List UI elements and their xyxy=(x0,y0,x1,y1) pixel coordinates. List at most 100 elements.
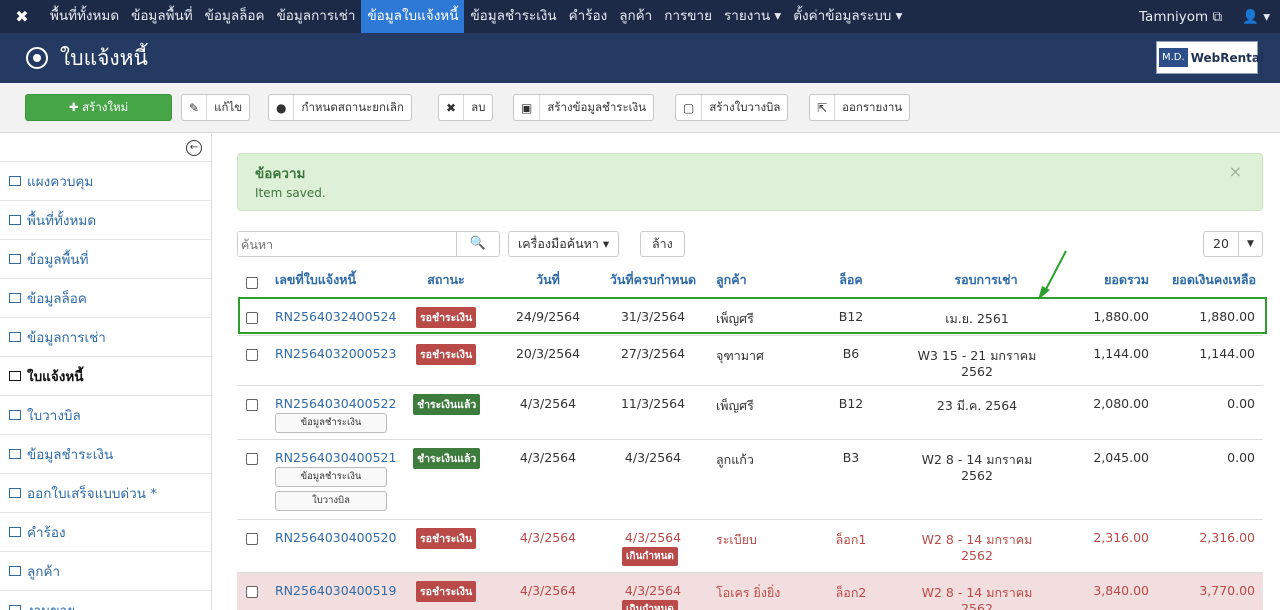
nav-item-5[interactable]: ข้อมูลชำระเงิน xyxy=(464,0,562,33)
sidebar-item-9[interactable]: คำร้อง xyxy=(0,512,212,551)
column-header-3[interactable]: วันที่ครบกำหนด xyxy=(610,270,696,290)
sidebar-item-label: ใบแจ้งหนี้ xyxy=(27,369,84,385)
folder-icon xyxy=(9,215,21,225)
delete-label: ลบ xyxy=(471,99,486,114)
invoice-number-link[interactable]: RN2564030400520 xyxy=(275,530,396,545)
sidebar-item-label: งานขาย xyxy=(27,599,75,610)
cancel-status-button[interactable]: ● กำหนดสถานะยกเลิก xyxy=(268,94,412,121)
highlighted-row-outline xyxy=(238,297,1267,334)
sidebar-item-6[interactable]: ใบวางบิล xyxy=(0,395,212,434)
invoice-number-link[interactable]: RN2564030400519 xyxy=(275,583,396,598)
due-date: 11/3/2564 xyxy=(620,396,686,411)
report-button[interactable]: ⇱ ออกรายงาน xyxy=(809,94,911,121)
column-header-0[interactable]: เลขที่ใบแจ้งหนี้ xyxy=(275,270,356,290)
column-header-1[interactable]: สถานะ xyxy=(427,270,464,290)
table-row: RN2564032000523 รอชำระเงิน 20/3/2564 27/3/2… xyxy=(237,335,1263,385)
nav-item-6[interactable]: คำร้อง xyxy=(563,0,614,33)
sidebar-item-8[interactable]: ออกใบเสร็จแบบด่วน * xyxy=(0,473,212,512)
cancel-status-label: กำหนดสถานะยกเลิก xyxy=(301,99,404,114)
nav-item-4[interactable]: ข้อมูลใบแจ้งหนี้ xyxy=(361,0,465,33)
create-billing-button[interactable]: ▢ สร้างใบวางบิล xyxy=(675,94,789,121)
column-header-8[interactable]: ยอดเงินคงเหลือ xyxy=(1172,270,1256,290)
close-icon[interactable]: × xyxy=(1229,162,1242,181)
nav-item-9[interactable]: รายงาน ▾ xyxy=(718,0,787,33)
row-checkbox[interactable] xyxy=(246,349,258,361)
row-checkbox[interactable] xyxy=(246,586,258,598)
column-header-4[interactable]: ลูกค้า xyxy=(716,270,747,290)
nav-item-3[interactable]: ข้อมูลการเช่า xyxy=(271,0,362,33)
column-header-7[interactable]: ยอดรวม xyxy=(1104,270,1149,290)
sidebar-item-7[interactable]: ข้อมูลชำระเงิน xyxy=(0,434,212,473)
nav-item-2[interactable]: ข้อมูลล็อค xyxy=(199,0,271,33)
column-header-6[interactable]: รอบการเช่า xyxy=(954,270,1017,290)
search-box: 🔍 xyxy=(237,231,500,257)
due-date: 4/3/2564 xyxy=(624,583,682,598)
select-all-checkbox[interactable] xyxy=(246,277,258,289)
per-page-select[interactable]: 20 ▼ xyxy=(1203,231,1263,257)
collapse-sidebar-icon[interactable]: ← xyxy=(186,140,202,156)
invoice-number-link[interactable]: RN2564030400521 xyxy=(275,450,396,465)
user-link[interactable]: Tamniyom ⧉ xyxy=(1129,9,1232,25)
table-row: RN2564030400522 ชำระเงินแล้ว 4/3/2564 11/3/… xyxy=(237,385,1263,439)
column-header-5[interactable]: ล็อค xyxy=(839,270,863,290)
invoice-number-link[interactable]: RN2564030400522 xyxy=(275,396,396,411)
dot-icon: ● xyxy=(269,95,295,120)
create-payment-button[interactable]: ▣ สร้างข้อมูลชำระเงิน xyxy=(513,94,655,121)
edit-button[interactable]: ✎ แก้ไข xyxy=(181,94,251,121)
balance-amount: 2,316.00 xyxy=(1199,530,1255,545)
sidebar-item-5[interactable]: ใบแจ้งหนี้ xyxy=(0,356,212,395)
total-amount: 2,045.00 xyxy=(1093,450,1149,465)
nav-item-7[interactable]: ลูกค้า xyxy=(613,0,658,33)
folder-icon xyxy=(9,488,21,498)
overdue-badge: เกินกำหนด xyxy=(622,547,678,566)
annotation-arrow-icon xyxy=(1038,250,1067,300)
title-bar: ใบแจ้งหนี้ M.D. WebRental xyxy=(0,33,1280,83)
row-checkbox[interactable] xyxy=(246,453,258,465)
sidebar-item-label: แผงควบคุม xyxy=(27,174,94,190)
row-checkbox[interactable] xyxy=(246,533,258,545)
edit-icon: ✎ xyxy=(182,95,208,120)
target-icon xyxy=(26,47,48,69)
sidebar-item-label: ข้อมูลพื้นที่ xyxy=(27,252,89,268)
row-sub-button[interactable]: ข้อมูลชำระเงิน xyxy=(275,467,387,487)
user-menu-button[interactable]: 👤 ▾ xyxy=(1232,9,1280,25)
clear-button[interactable]: ล้าง xyxy=(640,231,685,257)
sidebar-item-2[interactable]: ข้อมูลพื้นที่ xyxy=(0,239,212,278)
nav-item-10[interactable]: ตั้งค่าข้อมูลระบบ ▾ xyxy=(787,0,908,33)
rental-period-year: 2562 xyxy=(961,468,993,483)
customer-name: ระเบียบ xyxy=(716,532,757,547)
invoice-number-link[interactable]: RN2564032000523 xyxy=(275,346,396,361)
joomla-logo-icon[interactable]: ✖ xyxy=(0,7,44,26)
rental-period-year: 2562 xyxy=(961,548,993,563)
nav-item-8[interactable]: การขาย xyxy=(658,0,718,33)
row-checkbox[interactable] xyxy=(246,399,258,411)
sidebar-item-11[interactable]: งานขาย xyxy=(0,590,212,610)
main-menu: พื้นที่ทั้งหมด ข้อมูลพื้นที่ ข้อมูลล็อค ข้อ… xyxy=(44,0,908,33)
sidebar-item-10[interactable]: ลูกค้า xyxy=(0,551,212,590)
top-navbar: ✖ พื้นที่ทั้งหมด ข้อมูลพื้นที่ ข้อมูลล็อคข… xyxy=(0,0,1280,33)
balance-amount: 0.00 xyxy=(1227,450,1255,465)
report-label: ออกรายงาน xyxy=(842,99,903,114)
export-icon: ⇱ xyxy=(810,95,836,120)
column-header-2[interactable]: วันที่ xyxy=(536,270,560,290)
balance-amount: 0.00 xyxy=(1227,396,1255,411)
delete-button[interactable]: ✖ ลบ xyxy=(438,94,494,121)
row-sub-button[interactable]: ใบวางบิล xyxy=(275,491,387,511)
folder-icon xyxy=(9,254,21,264)
sidebar-item-1[interactable]: พื้นที่ทั้งหมด xyxy=(0,200,212,239)
new-button[interactable]: ✚ สร้างใหม่ xyxy=(25,94,172,121)
search-tools-button[interactable]: เครื่องมือค้นหา ▾ xyxy=(508,231,620,257)
folder-icon xyxy=(9,293,21,303)
sidebar-item-4[interactable]: ข้อมูลการเช่า xyxy=(0,317,212,356)
folder-icon xyxy=(9,605,21,610)
success-alert: ข้อความ Item saved. × xyxy=(237,153,1263,211)
sidebar-item-3[interactable]: ข้อมูลล็อค xyxy=(0,278,212,317)
folder-icon xyxy=(9,410,21,420)
nav-item-1[interactable]: ข้อมูลพื้นที่ xyxy=(125,0,199,33)
search-input[interactable] xyxy=(238,232,456,256)
sidebar-item-0[interactable]: แผงควบคุม xyxy=(0,161,212,200)
status-badge: ชำระเงินแล้ว xyxy=(413,448,481,469)
search-icon[interactable]: 🔍 xyxy=(456,232,499,256)
nav-item-0[interactable]: พื้นที่ทั้งหมด xyxy=(44,0,125,33)
row-sub-button[interactable]: ข้อมูลชำระเงิน xyxy=(275,413,387,433)
